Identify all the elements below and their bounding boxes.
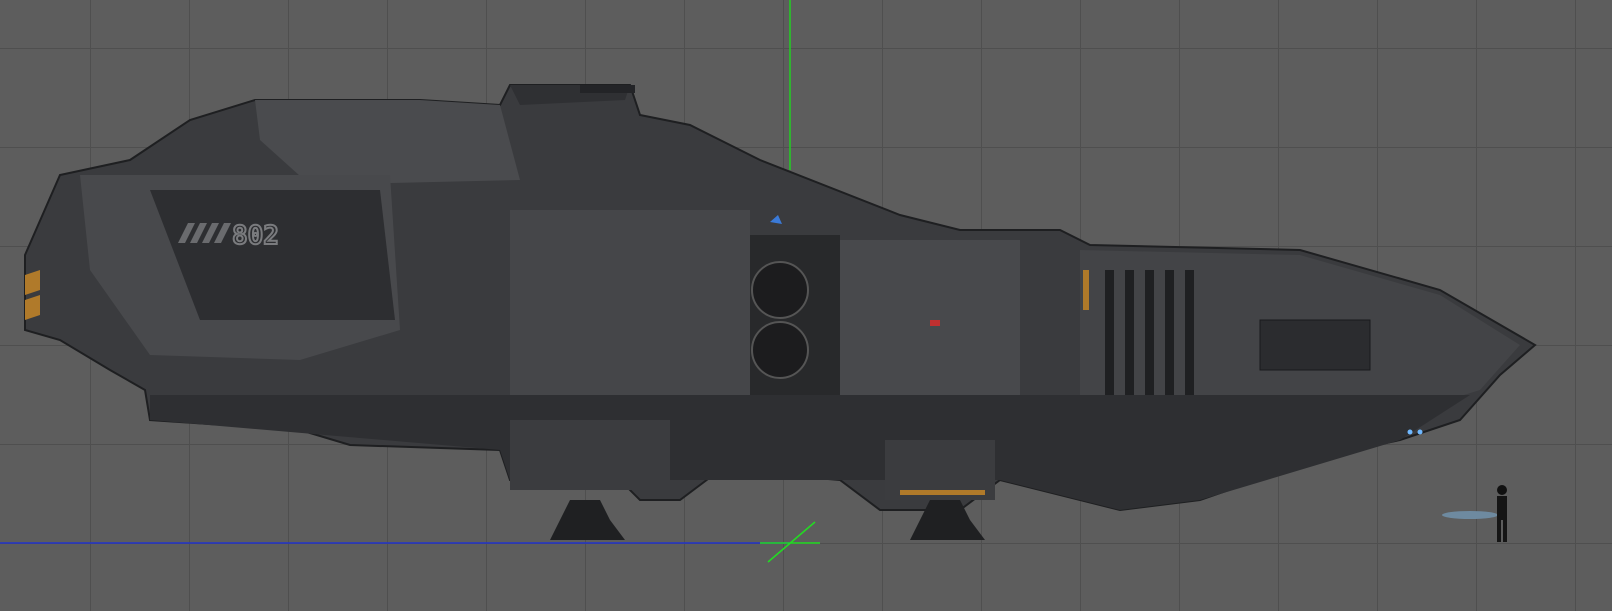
- scene: 802: [0, 0, 1537, 563]
- human-scale-figure[interactable]: [1442, 485, 1507, 542]
- origin-gizmo[interactable]: [760, 521, 820, 563]
- spaceship-model[interactable]: [24, 84, 1537, 540]
- hull-number: 802: [232, 221, 279, 251]
- 3d-viewport[interactable]: 802: [0, 0, 1612, 611]
